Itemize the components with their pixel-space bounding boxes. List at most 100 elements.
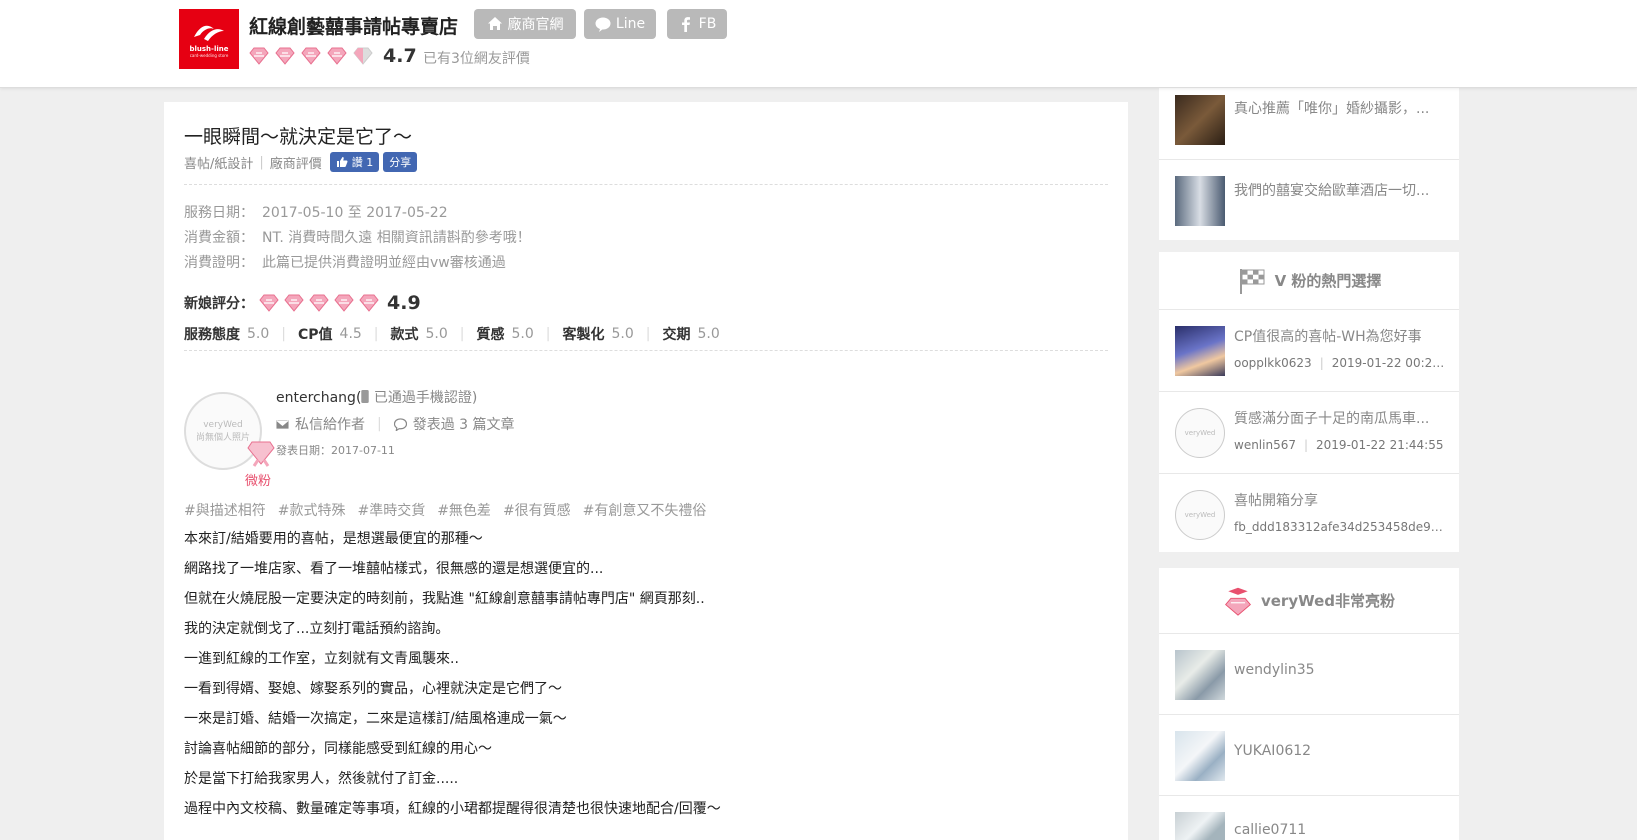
subscore-label: CP值	[297, 327, 333, 343]
review-type: 廠商評價	[269, 156, 322, 172]
subscore-value: 5.0	[511, 326, 534, 342]
tag[interactable]: #有創意又不失禮俗	[583, 500, 707, 520]
fan-item[interactable]: wendylin35	[1159, 634, 1459, 715]
shop-rating-score: 4.7	[383, 45, 417, 67]
proof-value: 此篇已提供消費證明並經由vw審核通過	[262, 255, 506, 271]
tag[interactable]: #準時交貨	[357, 500, 425, 520]
review-count[interactable]: 已有3位網友評價	[423, 48, 530, 68]
diamond-rating-icon	[249, 47, 269, 65]
service-date-label: 服務日期：	[184, 205, 254, 221]
phone-verified-text: 已通過手機認證)	[369, 390, 478, 406]
diamond-rating-icon	[359, 294, 379, 312]
article-title: 一眼瞬間～就決定是它了～	[184, 126, 413, 148]
subscore-list: 服務態度 5.0 | CP值 4.5 | 款式 5.0 | 質感 5.0 | 客製化 5.…	[184, 324, 720, 344]
thumbs-up-icon	[336, 157, 348, 167]
body-line: 我的決定就倒戈了...立刻打電話預約諮詢。	[184, 621, 450, 637]
category-link[interactable]: 喜帖/紙設計	[184, 153, 253, 172]
fan-item[interactable]: callie0711	[1159, 796, 1459, 840]
related-post-item[interactable]: 真心推薦「唯你」婚紗攝影，...	[1159, 88, 1459, 160]
diamond-rating-icon	[334, 294, 354, 312]
diamond-rating-icon	[275, 47, 295, 65]
author-name[interactable]: enterchang(	[276, 390, 361, 406]
facebook-icon	[681, 17, 690, 32]
official-site-button[interactable]: 廠商官網	[474, 9, 576, 39]
shop-logo[interactable]: blush-line card-wedding store	[179, 9, 239, 69]
official-site-label: 廠商官網	[507, 17, 564, 33]
body-line: 網路找了一堆店家、看了一堆囍帖樣式，很無感的還是想選便宜的...	[184, 561, 604, 577]
tag[interactable]: #款式特殊	[278, 500, 346, 520]
divider: |	[459, 326, 465, 342]
body-line: 於是當下打給我家男人，然後就付了訂金.....	[184, 771, 459, 787]
bright-fans-header: veryWed非常亮粉	[1159, 568, 1459, 634]
post-thumbnail	[1175, 176, 1225, 226]
bright-fans-panel: veryWed非常亮粉 wendylin35 YUKAI0612 callie0…	[1159, 568, 1459, 840]
shop-name: 紅線創藝囍事請帖專賣店	[249, 16, 459, 38]
diamond-rating-icon	[301, 47, 321, 65]
author-actions: 私信給作者 | 發表過 3 篇文章	[276, 414, 515, 434]
diamond-rating-icon	[259, 294, 279, 312]
related-post-title: 我們的囍宴交給歐華酒店一切...	[1234, 183, 1430, 199]
fan-name: wendylin35	[1234, 662, 1315, 678]
fan-item[interactable]: YUKAI0612	[1159, 715, 1459, 796]
subscore-value: 5.0	[425, 326, 448, 342]
body-line: 但就在火燒屁股一定要決定的時刻前，我點進 "紅線創意囍事請帖專門店" 網頁那刻.…	[184, 591, 705, 607]
fb-button[interactable]: FB	[667, 9, 727, 39]
post-thumbnail	[1175, 95, 1225, 145]
related-posts-panel: 真心推薦「唯你」婚紗攝影，... 我們的囍宴交給歐華酒店一切...	[1159, 88, 1459, 240]
diamond-rating-icon	[309, 294, 329, 312]
review-article: 一眼瞬間～就決定是它了～ 喜帖/紙設計 | 廠商評價 讚 1 分享 服務日期： 2…	[164, 102, 1128, 840]
body-line: 本來訂/結婚要用的喜帖，是想選最便宜的那種～	[184, 531, 483, 547]
post-date: 發表日期：2017-07-11	[276, 444, 395, 457]
fb-like-button[interactable]: 讚 1	[329, 152, 380, 172]
line-button[interactable]: Line	[584, 9, 656, 39]
hot-pick-user[interactable]: wenlin567	[1234, 438, 1296, 452]
hot-pick-date: 2019-01-22 00:20:10	[1331, 356, 1449, 370]
bride-rating-score: 4.9	[387, 292, 421, 314]
proof-row: 消費證明： 此篇已提供消費證明並經由vw審核通過	[184, 252, 506, 272]
envelope-icon	[276, 418, 289, 430]
hot-pick-meta: oopplkk0623 | 2019-01-22 00:20:10	[1234, 356, 1449, 370]
bride-rating: 新娘評分： 4.9	[184, 292, 421, 314]
body-line: 討論喜帖細節的部分，同樣能感受到紅線的用心～	[184, 741, 492, 757]
hot-pick-item[interactable]: veryWed 喜帖開箱分享 fb_ddd183312afe34d253458d…	[1159, 474, 1459, 552]
hot-picks-header: V 粉的熱門選擇	[1159, 252, 1459, 310]
fan-name: callie0711	[1234, 822, 1307, 838]
fb-label: FB	[698, 16, 717, 32]
hot-pick-item[interactable]: CP值很高的喜帖-WH為您好事 oopplkk0623 | 2019-01-22 0…	[1159, 310, 1459, 392]
fb-like-label: 讚 1	[351, 156, 374, 169]
tag[interactable]: #與描述相符	[184, 500, 266, 520]
tag[interactable]: #無色差	[437, 500, 491, 520]
line-icon	[595, 17, 611, 32]
divider: |	[281, 326, 286, 342]
line-label: Line	[615, 16, 646, 32]
hot-pick-meta: wenlin567 | 2019-01-22 21:44:55	[1234, 438, 1449, 452]
logo-text: blush-line	[189, 44, 229, 53]
shop-rating-stars: 4.7	[249, 45, 417, 67]
fan-photo	[1175, 812, 1225, 840]
divider	[184, 184, 1108, 185]
body-line: 一看到得婿、娶媳、嫁娶系列的實品，心裡就決定是它們了～	[184, 681, 562, 697]
amount-row: 消費金額： NT. 消費時間久遠 相關資訊請斟酌參考哦！	[184, 227, 531, 247]
tag[interactable]: #很有質感	[503, 500, 571, 520]
hot-picks-title: V 粉的熱門選擇	[1274, 272, 1382, 290]
author-posts-link[interactable]: 發表過 3 篇文章	[413, 414, 515, 434]
divider: |	[1319, 356, 1324, 370]
fan-photo	[1175, 731, 1225, 781]
subscore-label: 款式	[390, 327, 419, 343]
subscore-value: 4.5	[339, 326, 362, 342]
hot-pick-user[interactable]: oopplkk0623	[1234, 356, 1312, 370]
avatar-text: veryWed	[1184, 511, 1216, 519]
hot-pick-user[interactable]: fb_ddd183312afe34d253458de91de...	[1234, 520, 1449, 534]
hot-pick-date: 2019-01-22 21:44:55	[1316, 438, 1444, 452]
hot-pick-item[interactable]: veryWed 質感滿分面子十足的南瓜馬車... wenlin567 | 2019-…	[1159, 392, 1459, 474]
subscore-label: 服務態度	[184, 327, 240, 343]
divider: |	[545, 326, 551, 342]
bright-fans-title: veryWed非常亮粉	[1260, 592, 1396, 610]
divider: |	[1303, 438, 1309, 452]
divider	[184, 350, 1108, 351]
fb-share-button[interactable]: 分享	[383, 152, 418, 172]
subscore-value: 5.0	[247, 326, 270, 342]
related-post-item[interactable]: 我們的囍宴交給歐華酒店一切...	[1159, 160, 1459, 240]
body-line: 過程中內文校稿、數量確定等事項，紅線的小珺都提醒得很清楚也很快速地配合/回覆～	[184, 801, 721, 817]
message-author-link[interactable]: 私信給作者	[295, 414, 365, 434]
